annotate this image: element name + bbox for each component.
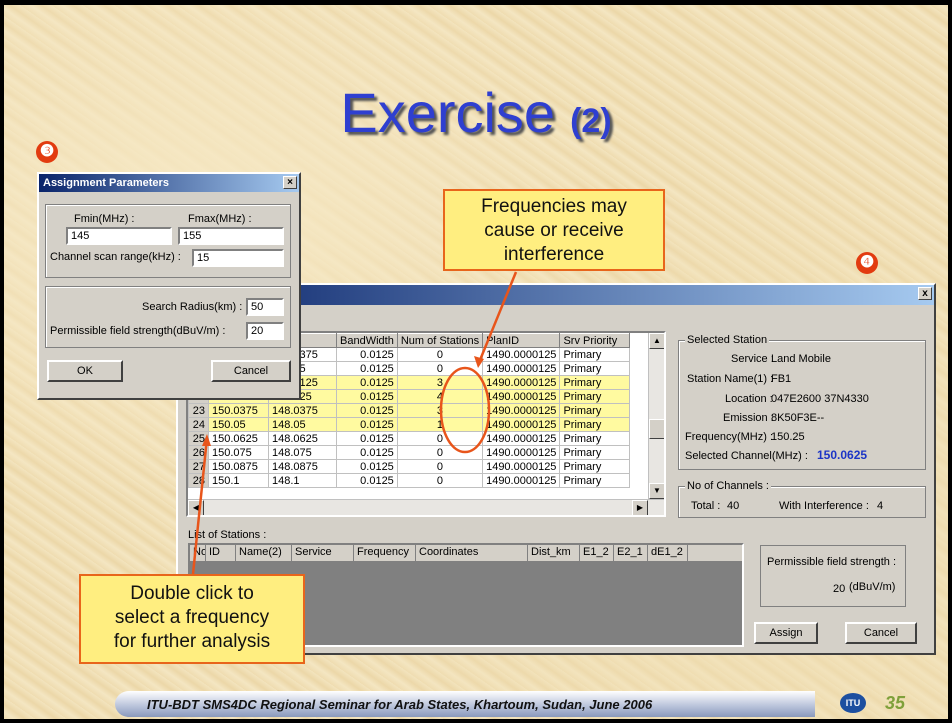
highlight-ellipse — [439, 366, 491, 454]
footer-text: ITU-BDT SMS4DC Regional Seminar for Arab… — [147, 697, 653, 712]
page-number: 35 — [885, 693, 906, 713]
arrow-to-stations-head — [474, 356, 484, 368]
arrow-to-row-head — [202, 434, 211, 446]
annotation-overlay — [191, 271, 518, 575]
arrow-to-stations-line — [476, 271, 518, 366]
arrow-to-row-line — [191, 437, 209, 575]
itu-logo-icon: ITU — [840, 693, 866, 713]
